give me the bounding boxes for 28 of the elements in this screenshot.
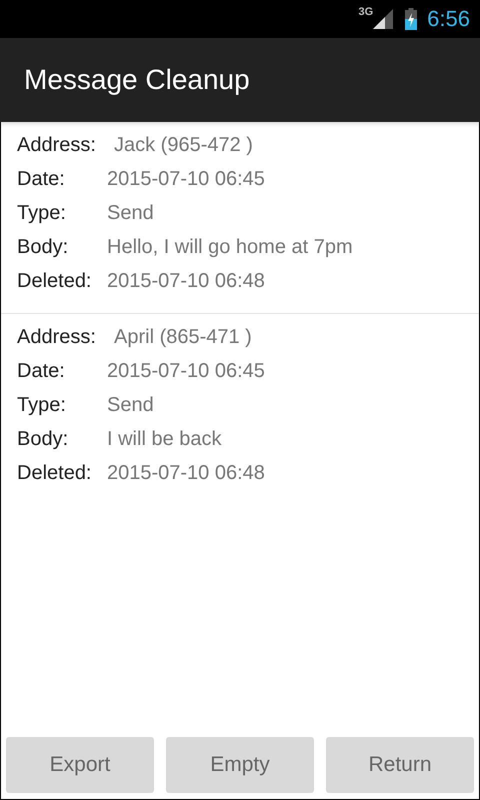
field-label: Type: <box>17 394 67 416</box>
battery-charging-icon <box>405 8 418 30</box>
field-label: Deleted: <box>17 270 92 292</box>
field-label: Date: <box>17 168 66 190</box>
network-type: 3G <box>358 6 374 18</box>
field-value: 2015-07-10 06:48 <box>107 270 265 292</box>
field-value: I will be back <box>107 428 222 450</box>
field-value: Send <box>107 202 154 224</box>
field-label: Deleted: <box>17 462 92 484</box>
clock-time: 6:56 <box>427 6 470 32</box>
app-title: Message Cleanup <box>24 64 250 96</box>
action-button[interactable]: Return <box>326 737 474 793</box>
field-value: 2015-07-10 06:48 <box>107 462 265 484</box>
field-value: Hello, I will go home at 7pm <box>107 236 353 258</box>
field-value: Jack (965-472 ) <box>114 134 253 156</box>
field-label: Address: <box>17 326 97 348</box>
field-label: Address: <box>17 134 97 156</box>
field-label: Body: <box>17 236 70 258</box>
field-value: 2015-07-10 06:45 <box>107 360 265 382</box>
action-button[interactable]: Empty <box>166 737 314 793</box>
signal-icon <box>373 9 394 29</box>
field-label: Date: <box>17 360 66 382</box>
action-button[interactable]: Export <box>6 737 154 793</box>
field-label: Type: <box>17 202 67 224</box>
field-value: April (865-471 ) <box>114 326 252 348</box>
field-value: 2015-07-10 06:45 <box>107 168 265 190</box>
field-value: Send <box>107 394 154 416</box>
field-label: Body: <box>17 428 70 450</box>
